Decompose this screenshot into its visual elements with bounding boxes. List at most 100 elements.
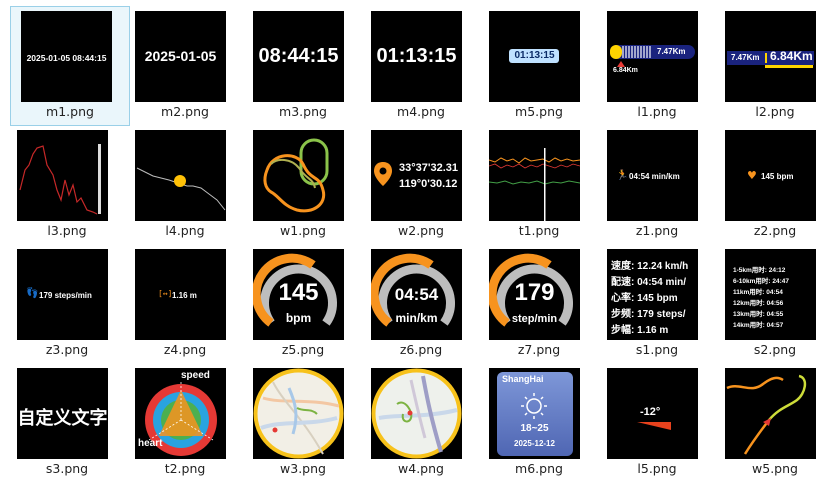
file-name: m1.png [46, 104, 94, 119]
thumbnail-s3: 自定义文字 [17, 368, 108, 459]
thumbnail-z4: [↔] 1.16 m [135, 249, 226, 340]
thumbnail-z6: 04:54 min/km [371, 249, 462, 340]
file-name: z2.png [753, 223, 797, 238]
w2-latitude: 33°37'32.31 [399, 162, 459, 174]
file-item-s1[interactable]: 速度: 12.24 km/h 配速: 04:54 min/ 心率: 145 bp… [598, 245, 716, 363]
file-item-w2[interactable]: 33°37'32.31 119°0'30.12 w2.png [362, 126, 480, 244]
thumbnail-w1 [253, 130, 344, 221]
file-name: w5.png [752, 461, 798, 476]
file-item-w4[interactable]: w4.png [362, 364, 480, 482]
file-name: z5.png [281, 342, 325, 357]
file-item-m2[interactable]: 2025-01-05 m2.png [126, 7, 244, 125]
l2-current-distance: 6.84Km [770, 49, 813, 63]
file-item-z1[interactable]: 🏃 04:54 min/km z1.png [598, 126, 716, 244]
z3-cadence: 179 steps/min [39, 291, 92, 300]
file-name: z7.png [517, 342, 561, 357]
thumbnail-t2: speed heart [135, 368, 226, 459]
file-name: m6.png [515, 461, 563, 476]
s2-line: 12km用时: 04:56 [733, 300, 784, 307]
thumbnail-z7: 179 step/min [489, 249, 580, 340]
z7-unit: step/min [511, 313, 558, 325]
location-pin-icon [374, 162, 392, 186]
thumbnail-l5: -12° [607, 368, 698, 459]
file-item-z4[interactable]: [↔] 1.16 m z4.png [126, 245, 244, 363]
thumbnail-z2: ♥ 145 bpm [725, 130, 816, 221]
thumbnail-l1: 7.47Km 6.84Km [607, 11, 698, 102]
file-item-w5[interactable]: w5.png [716, 364, 833, 482]
file-item-z6[interactable]: 04:54 min/km z6.png [362, 245, 480, 363]
file-item-z2[interactable]: ♥ 145 bpm z2.png [716, 126, 833, 244]
file-name: w4.png [398, 461, 444, 476]
heart-icon: ♥ [747, 169, 757, 182]
s1-line: 步频: 179 steps/ [611, 309, 686, 320]
s2-line: 1-5km用时: 24:12 [733, 267, 786, 274]
l1-current-distance: 6.84Km [613, 67, 638, 74]
file-name: s2.png [753, 342, 797, 357]
s2-line: 11km用时: 04:54 [733, 289, 783, 296]
footsteps-icon: 👣 [26, 288, 39, 299]
thumbnail-l3 [17, 130, 108, 221]
file-item-l2[interactable]: 7.47Km 6.84Km l2.png [716, 7, 833, 125]
file-name: m2.png [161, 104, 209, 119]
file-name: z1.png [635, 223, 679, 238]
thumbnail-m1: 2025-01-05 08:44:15 [21, 11, 112, 102]
m3-time: 08:44:15 [258, 45, 339, 67]
file-item-m5[interactable]: 01:13:15 m5.png [480, 7, 598, 125]
thumbnail-m3: 08:44:15 [253, 11, 344, 102]
l1-total-distance: 7.47Km [657, 47, 686, 56]
z5-unit: bpm [285, 311, 312, 325]
file-name: t1.png [518, 223, 560, 238]
thumbnail-z3: 👣 179 steps/min [17, 249, 108, 340]
file-item-t2[interactable]: speed heart t2.png [126, 364, 244, 482]
m6-temperature-range: 18~25 [520, 423, 549, 434]
m5-duration: 01:13:15 [514, 50, 555, 61]
m4-duration: 01:13:15 [376, 45, 457, 67]
file-item-t1[interactable]: t1.png [480, 126, 598, 244]
file-item-s2[interactable]: 1-5km用时: 24:12 6-10km用时: 24:47 11km用时: 0… [716, 245, 833, 363]
z6-value: 04:54 [394, 285, 439, 304]
file-item-l1[interactable]: 7.47Km 6.84Km l1.png [598, 7, 716, 125]
l5-slope-graphic [637, 422, 671, 430]
file-item-m1[interactable]: 2025-01-05 08:44:15 m1.png [10, 6, 130, 126]
file-item-l4[interactable]: l4.png [126, 126, 244, 244]
file-item-m3[interactable]: 08:44:15 m3.png [244, 7, 362, 125]
file-name: s3.png [45, 461, 89, 476]
file-item-z3[interactable]: 👣 179 steps/min z3.png [8, 245, 126, 363]
w3-map-graphic [253, 368, 344, 459]
t2-heart-label: heart [138, 438, 163, 449]
file-item-l3[interactable]: l3.png [8, 126, 126, 244]
s2-line: 6-10km用时: 24:47 [733, 278, 789, 285]
thumbnail-t1 [489, 130, 580, 221]
file-name: w2.png [398, 223, 444, 238]
file-item-z7[interactable]: 179 step/min z7.png [480, 245, 598, 363]
file-name: l1.png [637, 104, 677, 119]
file-item-s3[interactable]: 自定义文字 s3.png [8, 364, 126, 482]
file-item-l5[interactable]: -12° l5.png [598, 364, 716, 482]
file-item-m4[interactable]: 01:13:15 m4.png [362, 7, 480, 125]
file-name: m3.png [279, 104, 327, 119]
s1-line: 速度: 12.24 km/h [611, 261, 689, 272]
s1-line: 心率: 145 bpm [611, 293, 678, 304]
s1-line: 配速: 04:54 min/ [611, 277, 687, 288]
thumbnail-w3 [253, 368, 344, 459]
file-name: t2.png [164, 461, 206, 476]
file-item-z5[interactable]: 145 bpm z5.png [244, 245, 362, 363]
file-item-m6[interactable]: ShangHai 18~25 2025-12-12 m6.png [480, 364, 598, 482]
file-name: s1.png [635, 342, 679, 357]
file-name: l4.png [165, 223, 205, 238]
file-item-w3[interactable]: w3.png [244, 364, 362, 482]
file-grid: 2025-01-05 08:44:15 m1.png 2025-01-05 m2… [0, 0, 833, 495]
file-name: z3.png [45, 342, 89, 357]
w1-route-graphic [263, 138, 329, 213]
m2-date: 2025-01-05 [144, 48, 217, 64]
file-item-w1[interactable]: w1.png [244, 126, 362, 244]
s2-line: 14km用时: 04:57 [733, 322, 784, 329]
thumbnail-z1: 🏃 04:54 min/km [607, 130, 698, 221]
thumbnail-m5: 01:13:15 [489, 11, 580, 102]
file-name: w1.png [280, 223, 326, 238]
z6-unit: min/km [395, 311, 438, 325]
file-name: w3.png [280, 461, 326, 476]
thumbnail-s1: 速度: 12.24 km/h 配速: 04:54 min/ 心率: 145 bp… [607, 249, 698, 340]
file-name: l3.png [47, 223, 87, 238]
s3-custom-text: 自定义文字 [17, 408, 108, 429]
